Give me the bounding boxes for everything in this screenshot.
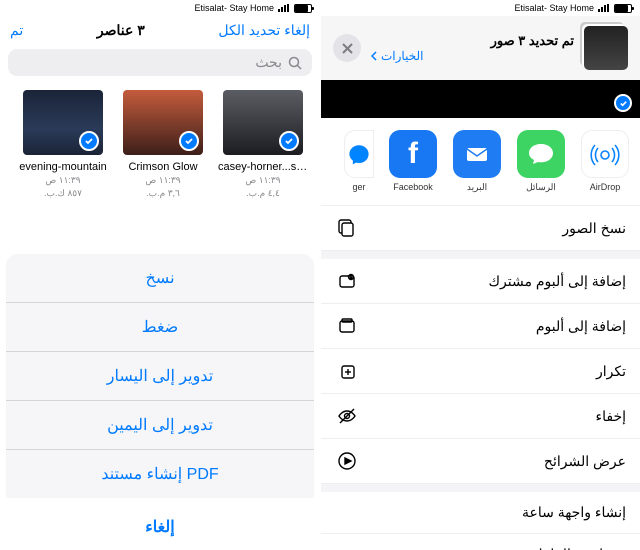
sheet-rotate-left[interactable]: تدوير إلى اليسار xyxy=(6,352,314,401)
done-button[interactable]: تم xyxy=(10,22,23,39)
app-label: Facebook xyxy=(393,182,433,192)
mail-icon xyxy=(453,130,501,178)
carrier-text: Etisalat- Stay Home xyxy=(194,3,274,13)
app-messenger[interactable]: ger xyxy=(344,130,374,192)
close-icon xyxy=(342,43,353,54)
file-meta: ٤,٤ م.ب. xyxy=(246,188,280,199)
messages-icon xyxy=(517,130,565,178)
action-watch-face[interactable]: إنشاء واجهة ساعة xyxy=(321,492,640,534)
file-name: evening-mountain xyxy=(19,161,106,173)
list-gap xyxy=(321,251,640,259)
file-thumbnail xyxy=(123,90,203,155)
battery-icon xyxy=(294,4,312,13)
play-icon xyxy=(335,451,357,471)
action-sheet-panel: نسخ ضغط تدوير إلى اليسار تدوير إلى اليمي… xyxy=(6,254,314,498)
file-meta: ١١:٣٩ ص xyxy=(45,175,80,186)
file-meta: ١١:٣٩ ص xyxy=(145,175,180,186)
messenger-icon xyxy=(344,130,374,178)
signal-icon xyxy=(598,4,610,12)
files-screen: Etisalat- Stay Home تم ٣ عناصر إلغاء تحد… xyxy=(0,0,321,550)
file-card[interactable]: Crimson Glow ١١:٣٩ ص ٣,٦ م.ب. xyxy=(118,90,208,199)
preview-strip[interactable] xyxy=(321,80,640,118)
sheet-cancel-button[interactable]: إلغاء xyxy=(6,504,314,550)
action-sheet: نسخ ضغط تدوير إلى اليسار تدوير إلى اليمي… xyxy=(0,248,320,550)
deselect-all-button[interactable]: إلغاء تحديد الكل xyxy=(218,22,310,39)
app-label: البريد xyxy=(467,182,487,193)
selection-check-icon xyxy=(79,131,99,151)
hide-icon xyxy=(335,406,357,426)
sheet-create-pdf[interactable]: إنشاء مستند PDF xyxy=(6,450,314,498)
files-header: تم ٣ عناصر إلغاء تحديد الكل xyxy=(0,16,320,45)
close-button[interactable] xyxy=(333,34,361,62)
list-gap xyxy=(321,484,640,492)
share-screen: Etisalat- Stay Home تم تحديد ٣ صور الخيا… xyxy=(321,0,640,550)
share-title: تم تحديد ٣ صور xyxy=(371,33,574,49)
file-thumbnail xyxy=(23,90,103,155)
status-bar: Etisalat- Stay Home xyxy=(321,0,640,16)
app-mail[interactable]: البريد xyxy=(452,130,502,193)
action-shared-album[interactable]: إضافة إلى ألبوم مشترك xyxy=(321,259,640,304)
app-share-row[interactable]: AirDrop الرسائل البريد f Facebook ger xyxy=(321,118,640,206)
selection-check-icon xyxy=(279,131,299,151)
search-icon xyxy=(288,56,302,70)
app-label: AirDrop xyxy=(590,182,621,192)
selection-check-icon xyxy=(179,131,199,151)
app-airdrop[interactable]: AirDrop xyxy=(580,130,630,192)
file-card[interactable]: casey-horner...splash ١١:٣٩ ص ٤,٤ م.ب. xyxy=(218,90,308,199)
share-header: تم تحديد ٣ صور الخيارات xyxy=(321,16,640,80)
app-label: ger xyxy=(353,182,366,192)
duplicate-icon xyxy=(335,361,357,381)
search-input[interactable]: بحث xyxy=(8,49,312,76)
action-save-files[interactable]: حفظ في الملفات xyxy=(321,534,640,550)
airdrop-icon xyxy=(581,130,629,178)
header-title: ٣ عناصر xyxy=(97,22,145,39)
action-copy-photos[interactable]: نسخ الصور xyxy=(321,206,640,251)
file-thumbnail xyxy=(223,90,303,155)
file-card[interactable]: evening-mountain ١١:٣٩ ص ٨٥٧ ك.ب. xyxy=(18,90,108,199)
search-placeholder: بحث xyxy=(255,54,282,71)
share-thumbnail xyxy=(584,26,628,70)
sheet-copy[interactable]: نسخ xyxy=(6,254,314,303)
app-facebook[interactable]: f Facebook xyxy=(388,130,438,192)
action-slideshow[interactable]: عرض الشرائح xyxy=(321,439,640,484)
file-name: Crimson Glow xyxy=(128,161,197,173)
action-add-album[interactable]: إضافة إلى ألبوم xyxy=(321,304,640,349)
album-icon xyxy=(335,316,357,336)
action-list: نسخ الصور إضافة إلى ألبوم مشترك إضافة إل… xyxy=(321,206,640,550)
file-meta: ٣,٦ م.ب. xyxy=(146,188,180,199)
status-bar: Etisalat- Stay Home xyxy=(0,0,320,16)
options-button[interactable]: الخيارات xyxy=(371,49,574,63)
sheet-rotate-right[interactable]: تدوير إلى اليمين xyxy=(6,401,314,450)
chevron-left-icon xyxy=(371,51,378,61)
carrier-text: Etisalat- Stay Home xyxy=(514,3,594,13)
signal-icon xyxy=(278,4,290,12)
action-hide[interactable]: إخفاء xyxy=(321,394,640,439)
file-meta: ٨٥٧ ك.ب. xyxy=(44,188,82,199)
copy-icon xyxy=(335,218,357,238)
facebook-icon: f xyxy=(389,130,437,178)
file-name: casey-horner...splash xyxy=(218,161,308,173)
file-meta: ١١:٣٩ ص xyxy=(245,175,280,186)
selection-check-icon xyxy=(614,94,632,112)
shared-album-icon xyxy=(335,271,357,291)
app-label: الرسائل xyxy=(526,182,556,193)
sheet-compress[interactable]: ضغط xyxy=(6,303,314,352)
battery-icon xyxy=(614,4,632,13)
app-messages[interactable]: الرسائل xyxy=(516,130,566,193)
file-grid: evening-mountain ١١:٣٩ ص ٨٥٧ ك.ب. Crimso… xyxy=(0,84,320,199)
action-duplicate[interactable]: تكرار xyxy=(321,349,640,394)
